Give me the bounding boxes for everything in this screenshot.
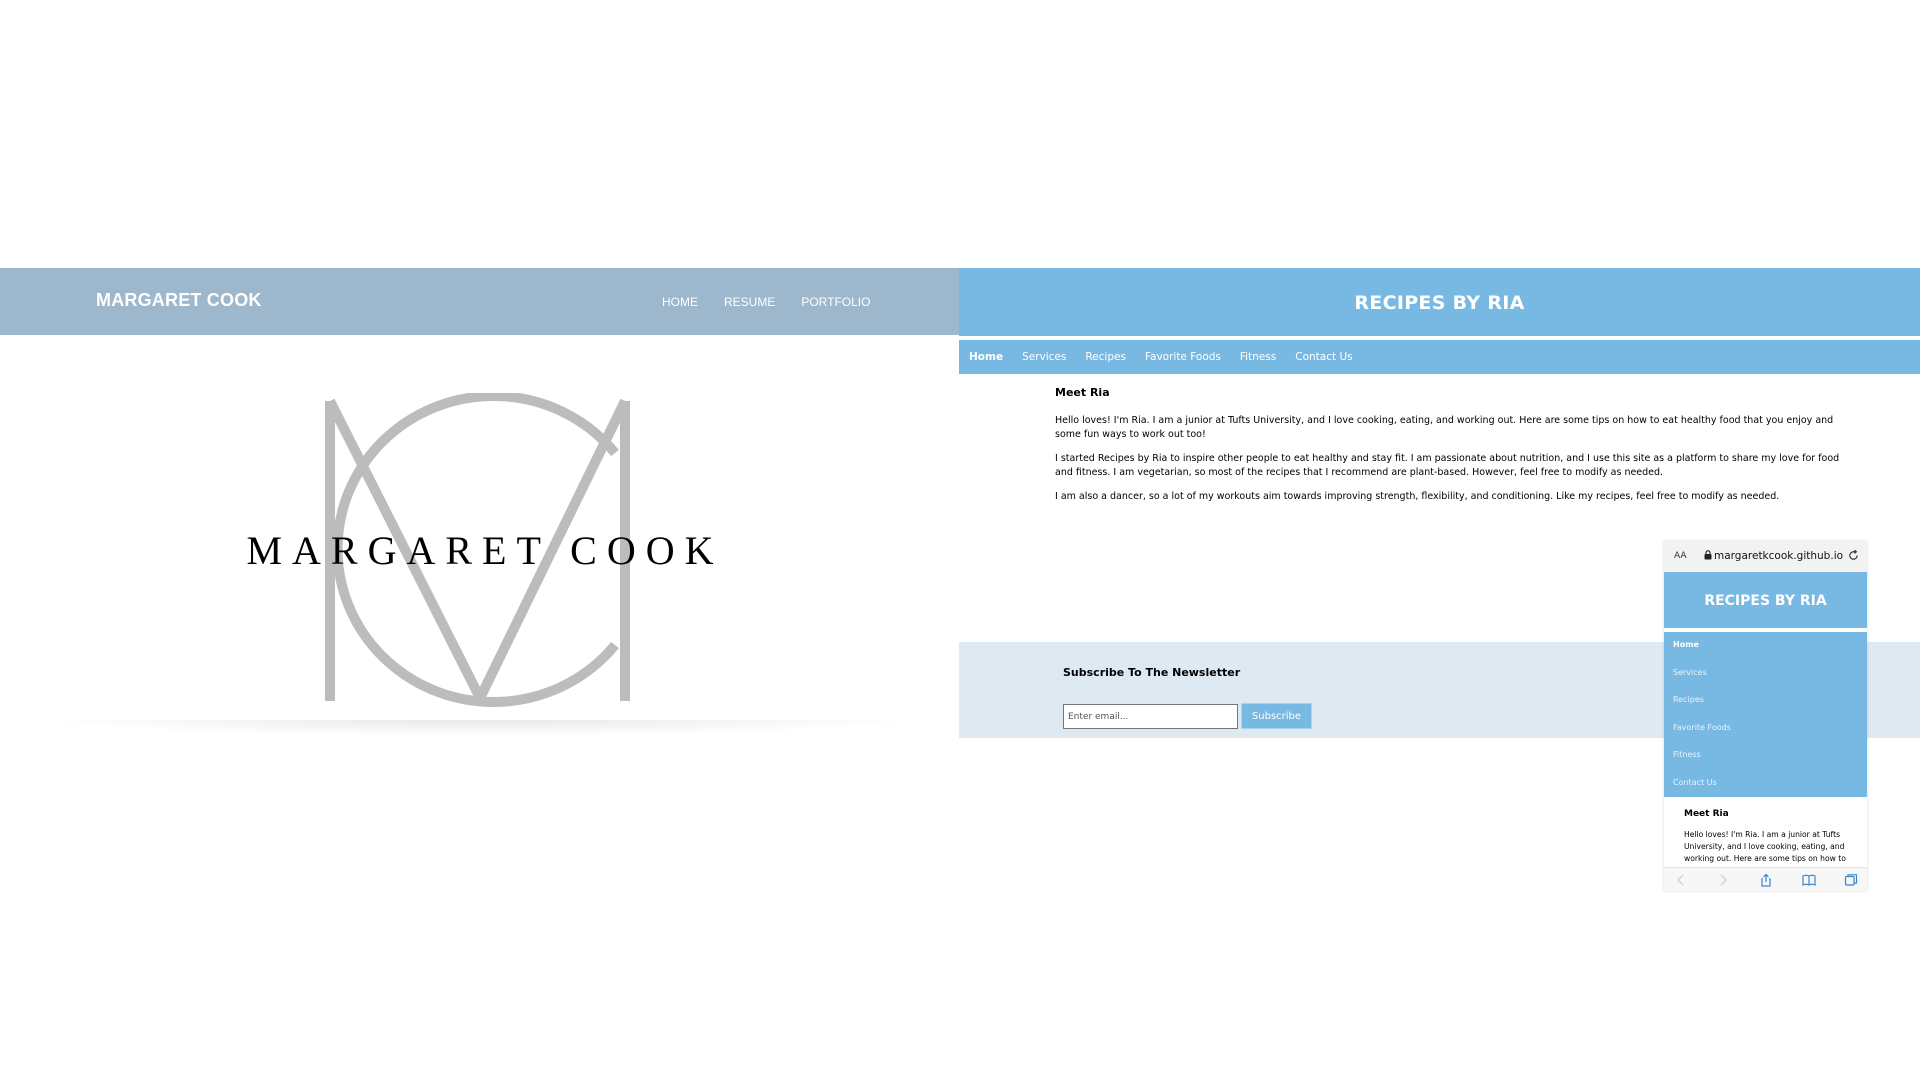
email-input[interactable] [1063, 704, 1238, 729]
nav-services[interactable]: Services [1022, 351, 1066, 363]
logo-wordmark: MARGARET COOK [246, 528, 724, 573]
subscribe-button[interactable]: Subscribe [1241, 703, 1312, 729]
reload-icon[interactable] [1847, 549, 1860, 562]
intro-paragraph: Hello loves! I'm Ria. I am a junior at T… [1684, 830, 1846, 863]
nav-contact-us[interactable]: Contact Us [1664, 776, 1867, 804]
nav-home[interactable]: Home [1664, 638, 1867, 666]
site-header: RECIPES BY RIA [1664, 572, 1867, 630]
browser-url-bar[interactable]: AA margaretkcook.github.io [1664, 541, 1867, 572]
share-icon[interactable] [1759, 873, 1773, 887]
text-size-button[interactable]: AA [1674, 551, 1687, 561]
section-heading: Meet Ria [1055, 386, 1110, 399]
about-paragraph: I started Recipes by Ria to inspire othe… [1055, 453, 1840, 478]
nav-favorite-foods[interactable]: Favorite Foods [1145, 351, 1221, 363]
site-title: RECIPES BY RIA [1354, 292, 1525, 314]
nav-portfolio[interactable]: PORTFOLIO [801, 295, 870, 309]
site-title: RECIPES BY RIA [1704, 593, 1827, 609]
lock-icon [1704, 550, 1712, 560]
mobile-preview: AA margaretkcook.github.io RECIPES BY RI… [1664, 541, 1867, 891]
url-text[interactable]: margaretkcook.github.io [1714, 550, 1843, 562]
intro-paragraph: Hello loves! I'm Ria. I am a junior at T… [1055, 415, 1834, 440]
section-heading: Meet Ria [1684, 809, 1729, 819]
back-icon[interactable] [1674, 873, 1688, 887]
main-content: Meet Ria Hello loves! I'm Ria. I am a ju… [1684, 809, 1854, 865]
nav-fitness[interactable]: Fitness [1240, 351, 1276, 363]
main-content: Meet Ria Hello loves! I'm Ria. I am a ju… [1055, 386, 1845, 514]
site-header: MARGARET COOK HOME RESUME PORTFOLIO [0, 268, 959, 335]
nav-favorite-foods[interactable]: Favorite Foods [1664, 721, 1867, 749]
bookmarks-icon[interactable] [1802, 873, 1816, 887]
site-brand[interactable]: MARGARET COOK [96, 290, 262, 311]
main-nav: HOME RESUME PORTFOLIO [662, 295, 870, 309]
nav-resume[interactable]: RESUME [724, 295, 775, 309]
forward-icon[interactable] [1716, 873, 1730, 887]
browser-toolbar [1664, 867, 1867, 891]
mc-logo: MARGARET COOK [235, 393, 735, 723]
main-nav: Home Services Recipes Favorite Foods Fit… [959, 340, 1920, 374]
nav-fitness[interactable]: Fitness [1664, 748, 1867, 776]
nav-contact-us[interactable]: Contact Us [1295, 351, 1352, 363]
margaret-cook-site: MARGARET COOK HOME RESUME PORTFOLIO MARG… [0, 268, 959, 738]
site-header: RECIPES BY RIA [959, 268, 1920, 338]
nav-services[interactable]: Services [1664, 666, 1867, 694]
nav-home[interactable]: Home [969, 351, 1003, 363]
tabs-icon[interactable] [1844, 873, 1858, 887]
nav-recipes[interactable]: Recipes [1664, 693, 1867, 721]
dancer-paragraph: I am also a dancer, so a lot of my worko… [1055, 491, 1780, 502]
nav-recipes[interactable]: Recipes [1085, 351, 1126, 363]
hero-shadow [40, 720, 920, 736]
nav-home[interactable]: HOME [662, 295, 698, 309]
newsletter-heading: Subscribe To The Newsletter [1063, 666, 1241, 679]
mobile-nav: Home Services Recipes Favorite Foods Fit… [1664, 632, 1867, 797]
